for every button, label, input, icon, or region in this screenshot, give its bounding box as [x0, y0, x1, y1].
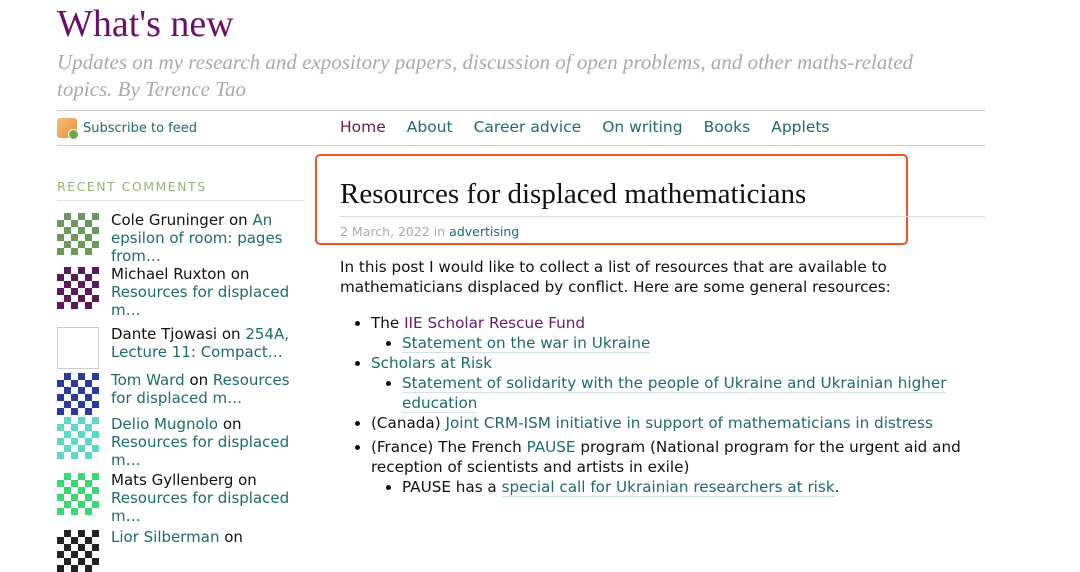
- comment-on: on: [224, 528, 243, 546]
- item-text: PAUSE has a: [402, 478, 502, 496]
- comment-author: Dante Tjowasi: [111, 325, 218, 343]
- sub-item: Statement on the war in Ukraine: [402, 333, 990, 353]
- main-nav: Home About Career advice On writing Book…: [340, 118, 830, 136]
- post-content: In this post I would like to collect a l…: [340, 257, 990, 497]
- resource-link[interactable]: Statement of solidarity with the people …: [402, 374, 947, 413]
- divider: [340, 216, 985, 217]
- comment-author[interactable]: Delio Mugnolo: [111, 415, 218, 433]
- comment-author: Mats Gyllenberg: [111, 471, 234, 489]
- post-title[interactable]: Resources for displaced mathematicians: [340, 178, 806, 211]
- divider: [57, 110, 985, 111]
- comment-post-link[interactable]: Resources for displaced m…: [111, 433, 289, 469]
- item-text: (France) The French: [371, 438, 527, 456]
- comment-on: on: [221, 325, 241, 343]
- recent-comment: Lior Silberman on: [57, 528, 307, 572]
- meta-in: in: [433, 224, 446, 239]
- resource-link[interactable]: PAUSE: [527, 438, 576, 456]
- recent-comment: Tom Ward on Resources for displaced m…: [57, 371, 307, 415]
- resource-item: Scholars at Risk Statement of solidarity …: [371, 353, 990, 413]
- rss-feed-icon: [57, 118, 79, 140]
- comment-on: on: [222, 415, 242, 433]
- subscribe-label[interactable]: Subscribe to feed: [83, 121, 197, 136]
- resource-item: (Canada) Joint CRM-ISM initiative in sup…: [371, 413, 990, 433]
- nav-about[interactable]: About: [407, 118, 453, 136]
- comment-author: Cole Gruninger: [111, 211, 225, 229]
- avatar[interactable]: [57, 373, 99, 415]
- divider: [57, 145, 985, 146]
- resource-link[interactable]: IIE Scholar Rescue Fund: [404, 314, 585, 332]
- resource-item: The IIE Scholar Rescue Fund Statement on …: [371, 313, 990, 353]
- item-text: The: [371, 314, 405, 332]
- category-link[interactable]: advertising: [449, 224, 519, 239]
- comment-post-link[interactable]: Resources for displaced m…: [111, 283, 289, 319]
- item-text: .: [834, 478, 840, 496]
- nav-home[interactable]: Home: [340, 118, 386, 136]
- resource-link[interactable]: Joint CRM-ISM initiative in support of m…: [445, 414, 932, 432]
- recent-comments-heading: RECENT COMMENTS: [57, 179, 207, 194]
- recent-comment: Delio Mugnolo on Resources for displaced…: [57, 415, 307, 469]
- recent-comment: Cole Gruninger on An epsilon of room: pa…: [57, 211, 307, 265]
- nav-books[interactable]: Books: [704, 118, 751, 136]
- avatar[interactable]: [57, 213, 99, 255]
- divider: [57, 200, 305, 201]
- comment-post-link[interactable]: Resources for displaced m…: [111, 489, 289, 525]
- comment-author[interactable]: Tom Ward: [111, 371, 185, 389]
- site-title[interactable]: What's new: [57, 2, 234, 46]
- post-intro: In this post I would like to collect a l…: [340, 258, 891, 296]
- avatar[interactable]: [57, 327, 99, 369]
- comment-author[interactable]: Lior Silberman: [111, 528, 219, 546]
- comment-author: Michael Ruxton: [111, 265, 226, 283]
- comment-on: on: [229, 211, 248, 229]
- subscribe-link[interactable]: Subscribe to feed: [57, 118, 197, 140]
- sub-item: PAUSE has a special call for Ukrainian r…: [402, 477, 990, 497]
- nav-on-writing[interactable]: On writing: [602, 118, 682, 136]
- post-date: 2 March, 2022: [340, 224, 430, 239]
- post-meta: 2 March, 2022 in advertising: [340, 224, 519, 239]
- recent-comment: Dante Tjowasi on 254A, Lecture 11: Compa…: [57, 325, 307, 369]
- nav-career-advice[interactable]: Career advice: [474, 118, 582, 136]
- resource-link[interactable]: special call for Ukrainian researchers a…: [501, 478, 835, 497]
- site-tagline: Updates on my research and expository pa…: [57, 50, 914, 101]
- avatar[interactable]: [57, 267, 99, 309]
- comment-on: on: [238, 471, 257, 489]
- resource-link[interactable]: Scholars at Risk: [371, 354, 492, 372]
- avatar[interactable]: [57, 530, 99, 572]
- comment-on: on: [189, 371, 209, 389]
- resource-item: (France) The French PAUSE program (Natio…: [371, 437, 990, 497]
- sub-item: Statement of solidarity with the people …: [402, 373, 990, 413]
- avatar[interactable]: [57, 473, 99, 515]
- comment-on: on: [230, 265, 250, 283]
- item-text: (Canada): [371, 414, 446, 432]
- resource-link[interactable]: Statement on the war in Ukraine: [402, 334, 651, 353]
- nav-applets[interactable]: Applets: [771, 118, 829, 136]
- avatar[interactable]: [57, 417, 99, 459]
- recent-comment: Mats Gyllenberg on Resources for displac…: [57, 471, 307, 525]
- recent-comment: Michael Ruxton on Resources for displace…: [57, 265, 307, 319]
